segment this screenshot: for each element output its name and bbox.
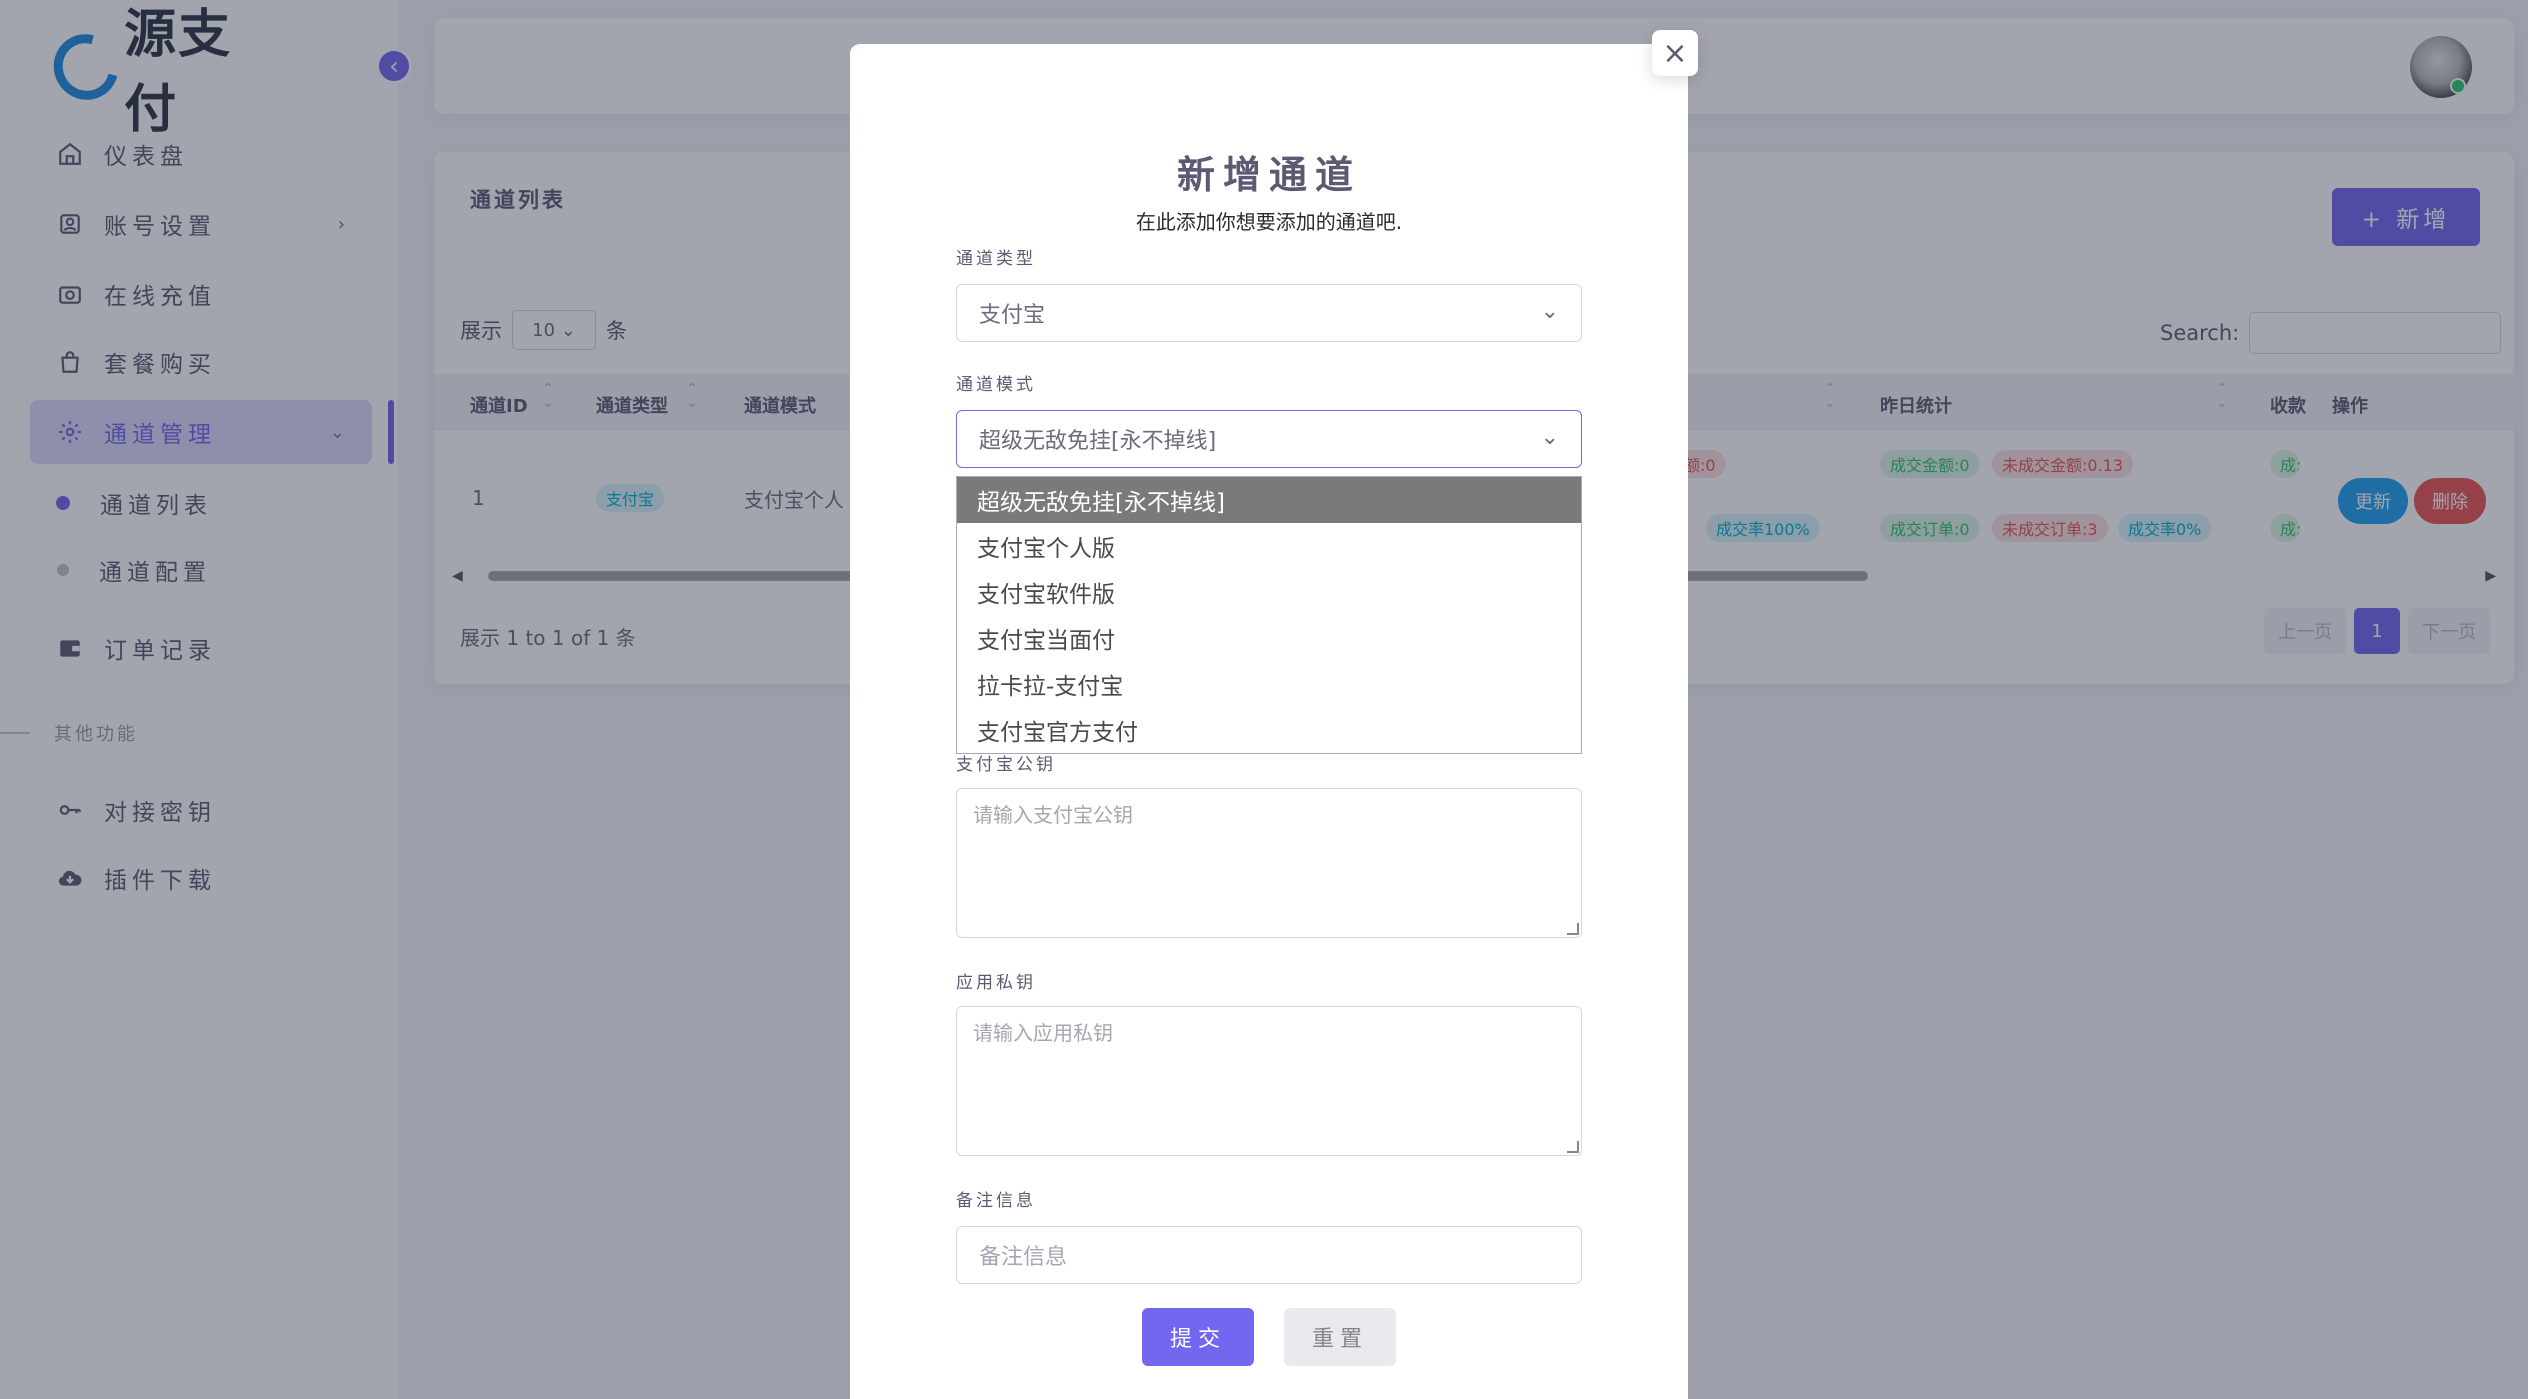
channel-type-value: 支付宝 — [979, 303, 1046, 328]
dropdown-option[interactable]: 支付宝个人版 — [957, 523, 1581, 569]
dropdown-option[interactable]: 超级无敌免挂[永不掉线] — [957, 477, 1581, 523]
dropdown-option[interactable]: 支付宝软件版 — [957, 569, 1581, 615]
modal-subtitle: 在此添加你想要添加的通道吧. — [1135, 210, 1403, 234]
channel-mode-select[interactable]: 超级无敌免挂[永不掉线] ⌄ — [956, 410, 1582, 468]
reset-button[interactable]: 重置 — [1284, 1308, 1396, 1366]
channel-mode-value: 超级无敌免挂[永不掉线] — [979, 429, 1217, 454]
resize-handle-icon[interactable] — [1567, 1141, 1579, 1153]
channel-type-label: 通道类型 — [956, 249, 1036, 269]
submit-button[interactable]: 提交 — [1142, 1308, 1254, 1366]
dropdown-option[interactable]: 拉卡拉-支付宝 — [957, 661, 1581, 707]
resize-handle-icon[interactable] — [1567, 923, 1579, 935]
add-channel-modal: 新增通道 在此添加你想要添加的通道吧. 通道类型 支付宝 ⌄ 通道模式 超级无敌… — [850, 44, 1688, 1399]
channel-type-select[interactable]: 支付宝 ⌄ — [956, 284, 1582, 342]
remark-input[interactable]: 备注信息 — [956, 1226, 1582, 1284]
privkey-textarea[interactable]: 请输入应用私钥 — [956, 1006, 1582, 1156]
close-icon[interactable]: × — [1652, 30, 1698, 76]
dropdown-option[interactable]: 支付宝当面付 — [957, 615, 1581, 661]
pubkey-textarea[interactable]: 请输入支付宝公钥 — [956, 788, 1582, 938]
privkey-placeholder: 请输入应用私钥 — [973, 1021, 1113, 1045]
remark-label: 备注信息 — [956, 1191, 1036, 1211]
chevron-down-icon: ⌄ — [1540, 425, 1559, 450]
channel-mode-dropdown[interactable]: 超级无敌免挂[永不掉线] 支付宝个人版 支付宝软件版 支付宝当面付 拉卡拉-支付… — [956, 476, 1582, 754]
pubkey-placeholder: 请输入支付宝公钥 — [973, 803, 1133, 827]
remark-placeholder: 备注信息 — [979, 1245, 1068, 1270]
dropdown-option[interactable]: 支付宝官方支付 — [957, 707, 1581, 753]
pubkey-label: 支付宝公钥 — [956, 755, 1056, 775]
privkey-label: 应用私钥 — [956, 973, 1036, 993]
channel-mode-label: 通道模式 — [956, 375, 1036, 395]
modal-title: 新增通道 — [1176, 153, 1361, 197]
chevron-down-icon: ⌄ — [1540, 299, 1559, 324]
